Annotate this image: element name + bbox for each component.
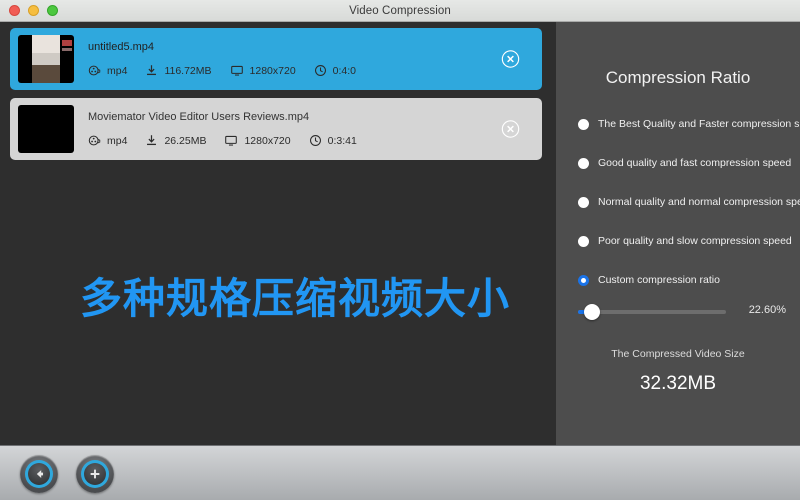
compression-option-normal-quality[interactable]: Normal quality and normal compression sp… <box>578 196 800 208</box>
compression-options-group: The Best Quality and Faster compression … <box>556 118 800 286</box>
monitor-icon <box>230 64 244 77</box>
file-list-item[interactable]: Moviemator Video Editor Users Reviews.mp… <box>10 98 542 160</box>
file-format-value: mp4 <box>107 135 127 147</box>
back-arrow-icon <box>28 463 50 485</box>
file-size: 116.72MB <box>145 64 211 77</box>
file-info: Moviemator Video Editor Users Reviews.mp… <box>88 111 542 147</box>
video-compression-window: Video Compression untitled5.mp4 <box>0 0 800 500</box>
slider-value-label: 22.60% <box>749 304 786 316</box>
compression-option-poor-quality[interactable]: Poor quality and slow compression speed <box>578 235 800 247</box>
file-meta-row: mp4 116.72MB 1280x720 <box>88 64 542 77</box>
file-name: untitled5.mp4 <box>88 41 542 53</box>
file-duration-value: 0:3:41 <box>328 135 357 147</box>
add-button-ring <box>81 460 109 488</box>
add-file-button[interactable] <box>76 455 114 493</box>
download-icon <box>145 64 158 77</box>
file-name: Moviemator Video Editor Users Reviews.mp… <box>88 111 542 123</box>
file-list: untitled5.mp4 mp4 116.72MB <box>10 28 542 168</box>
compression-ratio-panel: Compression Ratio The Best Quality and F… <box>556 22 800 445</box>
compression-option-label: Normal quality and normal compression sp… <box>598 196 800 208</box>
radio-icon[interactable] <box>578 119 589 130</box>
file-info: untitled5.mp4 mp4 116.72MB <box>88 41 542 77</box>
radio-icon[interactable] <box>578 236 589 247</box>
compressed-size-value: 32.32MB <box>556 373 800 395</box>
back-button-ring <box>25 460 53 488</box>
remove-file-button[interactable] <box>501 120 520 139</box>
file-list-item[interactable]: untitled5.mp4 mp4 116.72MB <box>10 28 542 90</box>
promo-headline: 多种规格压缩视频大小 <box>80 265 510 326</box>
file-size-value: 26.25MB <box>164 135 206 147</box>
compression-option-label: Good quality and fast compression speed <box>598 157 791 169</box>
download-icon <box>145 134 158 147</box>
file-resolution: 1280x720 <box>224 134 290 147</box>
radio-icon[interactable] <box>578 197 589 208</box>
file-duration: 0:4:0 <box>314 64 356 77</box>
compression-ratio-slider[interactable]: 22.60% <box>578 302 778 322</box>
back-button[interactable] <box>20 455 58 493</box>
clock-icon <box>309 134 322 147</box>
radio-icon[interactable] <box>578 158 589 169</box>
file-size-value: 116.72MB <box>164 65 211 77</box>
compression-option-good-quality[interactable]: Good quality and fast compression speed <box>578 157 800 169</box>
file-format: mp4 <box>88 64 127 77</box>
compressed-size-label: The Compressed Video Size <box>556 348 800 360</box>
remove-file-button[interactable] <box>501 50 520 69</box>
panel-title: Compression Ratio <box>556 68 800 88</box>
file-resolution-value: 1280x720 <box>244 135 290 147</box>
file-resolution: 1280x720 <box>230 64 296 77</box>
plus-icon <box>84 463 106 485</box>
compression-option-label: Custom compression ratio <box>598 274 720 286</box>
radio-icon-selected[interactable] <box>578 275 589 286</box>
file-meta-row: mp4 26.25MB 1280x720 <box>88 134 542 147</box>
window-titlebar: Video Compression <box>0 0 800 22</box>
bottom-toolbar: Destination: Browser ... Open Progress A… <box>0 445 800 500</box>
video-thumbnail <box>18 35 74 83</box>
monitor-icon <box>224 134 238 147</box>
compression-option-best-quality[interactable]: The Best Quality and Faster compression … <box>578 118 800 130</box>
film-reel-icon <box>88 64 101 77</box>
window-title: Video Compression <box>0 5 800 17</box>
slider-knob[interactable] <box>584 304 600 320</box>
file-resolution-value: 1280x720 <box>250 65 296 77</box>
left-panel: untitled5.mp4 mp4 116.72MB <box>0 22 556 445</box>
file-duration-value: 0:4:0 <box>333 65 356 77</box>
compression-option-label: The Best Quality and Faster compression … <box>598 118 800 130</box>
file-format: mp4 <box>88 134 127 147</box>
slider-track[interactable] <box>578 310 726 314</box>
compression-option-label: Poor quality and slow compression speed <box>598 235 792 247</box>
video-thumbnail <box>18 105 74 153</box>
film-reel-icon <box>88 134 101 147</box>
compression-option-custom[interactable]: Custom compression ratio <box>578 274 800 286</box>
file-duration: 0:3:41 <box>309 134 357 147</box>
clock-icon <box>314 64 327 77</box>
file-format-value: mp4 <box>107 65 127 77</box>
file-size: 26.25MB <box>145 134 206 147</box>
